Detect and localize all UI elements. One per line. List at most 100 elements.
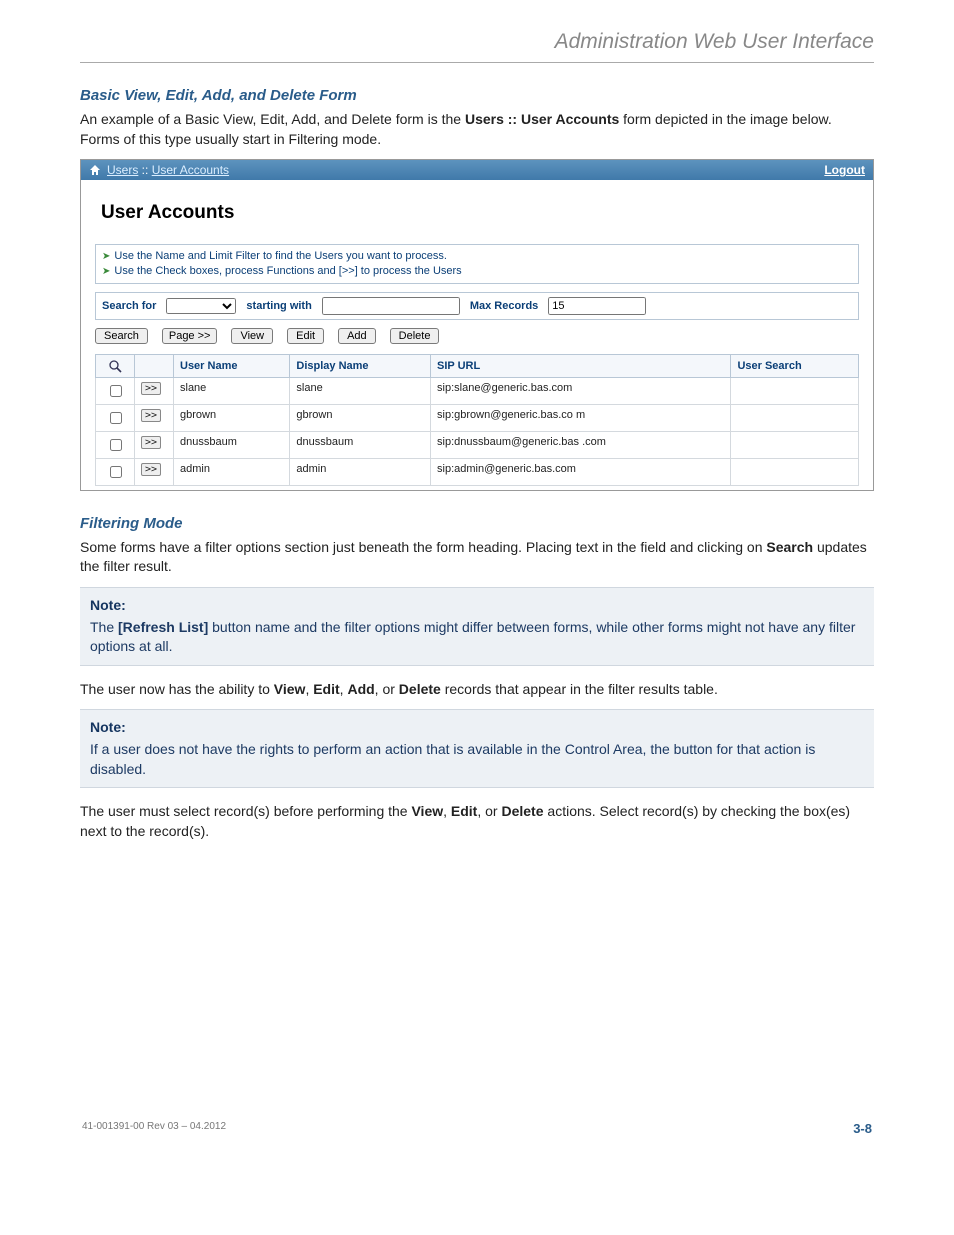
cell-username: gbrown [174,404,290,431]
cell-search [731,377,859,404]
note1-pre: The [90,619,118,635]
search-for-label: Search for [102,300,156,312]
select-p1: The user must select record(s) before pe… [80,803,411,819]
arrow-icon: ➤ [102,250,110,264]
cell-search [731,458,859,485]
row-go-button[interactable]: >> [141,382,161,395]
actions-p2: records that appear in the filter result… [441,681,718,697]
select-b3: Delete [501,803,543,819]
max-records-input[interactable] [548,297,646,315]
select-records-paragraph: The user must select record(s) before pe… [80,802,874,841]
actions-b3: Add [347,681,374,697]
footer-left: 41-001391-00 Rev 03 – 04.2012 [82,1121,226,1136]
col-username[interactable]: User Name [174,354,290,377]
breadcrumb-user-accounts[interactable]: User Accounts [152,163,229,177]
row-checkbox[interactable] [110,412,122,424]
cell-display: dnussbaum [290,431,431,458]
breadcrumb-sep: :: [138,163,151,177]
note-label: Note: [90,596,864,616]
cell-username: admin [174,458,290,485]
select-b2: Edit [451,803,477,819]
row-checkbox[interactable] [110,466,122,478]
cell-display: admin [290,458,431,485]
intro-paragraph: An example of a Basic View, Edit, Add, a… [80,110,874,149]
col-go [135,354,174,377]
cell-sip: sip:slane@generic.bas.com [431,377,731,404]
tip-line-1: ➤ Use the Name and Limit Filter to find … [102,249,852,264]
filtering-text-bold: Search [766,539,813,555]
cell-display: gbrown [290,404,431,431]
actions-b2: Edit [313,681,339,697]
col-display[interactable]: Display Name [290,354,431,377]
delete-button[interactable]: Delete [390,328,440,344]
table-row: >> admin admin sip:admin@generic.bas.com [96,458,859,485]
select-c2: , or [477,803,501,819]
cell-display: slane [290,377,431,404]
actions-b1: View [274,681,306,697]
table-row: >> gbrown gbrown sip:gbrown@generic.bas.… [96,404,859,431]
tips-box: ➤ Use the Name and Limit Filter to find … [95,244,859,284]
results-table: User Name Display Name SIP URL User Sear… [95,354,859,486]
row-go-button[interactable]: >> [141,436,161,449]
col-sip[interactable]: SIP URL [431,354,731,377]
footer-page-number: 3-8 [853,1121,872,1136]
edit-button[interactable]: Edit [287,328,324,344]
page-footer: 41-001391-00 Rev 03 – 04.2012 3-8 [80,1121,874,1136]
breadcrumb-bar: Users :: User Accounts Logout [81,160,873,180]
tip-line-2: ➤ Use the Check boxes, process Functions… [102,264,852,279]
row-go-button[interactable]: >> [141,409,161,422]
actions-b4: Delete [399,681,441,697]
breadcrumb-users[interactable]: Users [107,163,138,177]
filtering-text-pre: Some forms have a filter options section… [80,539,766,555]
row-go-button[interactable]: >> [141,463,161,476]
section-heading-filtering: Filtering Mode [80,515,874,532]
tip-text-2: Use the Check boxes, process Functions a… [114,264,461,279]
cell-username: slane [174,377,290,404]
cell-username: dnussbaum [174,431,290,458]
note1-bold: [Refresh List] [118,619,208,635]
cell-sip: sip:admin@generic.bas.com [431,458,731,485]
form-title: User Accounts [101,202,859,224]
starting-with-label: starting with [246,300,311,312]
home-icon[interactable] [89,164,101,176]
note-label: Note: [90,718,864,738]
col-search[interactable]: User Search [731,354,859,377]
intro-text-bold: Users :: User Accounts [465,111,619,127]
view-button[interactable]: View [231,328,273,344]
intro-text-pre: An example of a Basic View, Edit, Add, a… [80,111,465,127]
table-row: >> dnussbaum dnussbaum sip:dnussbaum@gen… [96,431,859,458]
page-header: Administration Web User Interface [80,20,874,63]
note-refresh-list: Note: The [Refresh List] button name and… [80,587,874,666]
cell-search [731,431,859,458]
cell-sip: sip:gbrown@generic.bas.co m [431,404,731,431]
select-c1: , [443,803,451,819]
actions-c3: , or [375,681,399,697]
starting-with-input[interactable] [322,297,460,315]
max-records-label: Max Records [470,300,538,312]
tip-text-1: Use the Name and Limit Filter to find th… [114,249,447,264]
note2-text: If a user does not have the rights to pe… [90,741,815,777]
breadcrumb: Users :: User Accounts [107,163,229,177]
search-for-select[interactable] [166,298,236,314]
action-button-row: Search Page >> View Edit Add Delete [95,328,859,344]
filtering-paragraph: Some forms have a filter options section… [80,538,874,577]
actions-paragraph: The user now has the ability to View, Ed… [80,680,874,700]
logout-link[interactable]: Logout [824,163,865,177]
actions-p1: The user now has the ability to [80,681,274,697]
filter-row: Search for starting with Max Records [95,292,859,320]
row-checkbox[interactable] [110,439,122,451]
search-button[interactable]: Search [95,328,148,344]
note-rights: Note: If a user does not have the rights… [80,709,874,788]
magnifier-icon [102,359,128,373]
arrow-icon: ➤ [102,265,110,279]
row-checkbox[interactable] [110,385,122,397]
cell-sip: sip:dnussbaum@generic.bas .com [431,431,731,458]
section-heading-basic-form: Basic View, Edit, Add, and Delete Form [80,87,874,104]
page-button[interactable]: Page >> [162,328,218,344]
table-row: >> slane slane sip:slane@generic.bas.com [96,377,859,404]
add-button[interactable]: Add [338,328,376,344]
cell-search [731,404,859,431]
col-select-all[interactable] [96,354,135,377]
user-accounts-form: Users :: User Accounts Logout User Accou… [80,159,874,491]
select-b1: View [411,803,443,819]
